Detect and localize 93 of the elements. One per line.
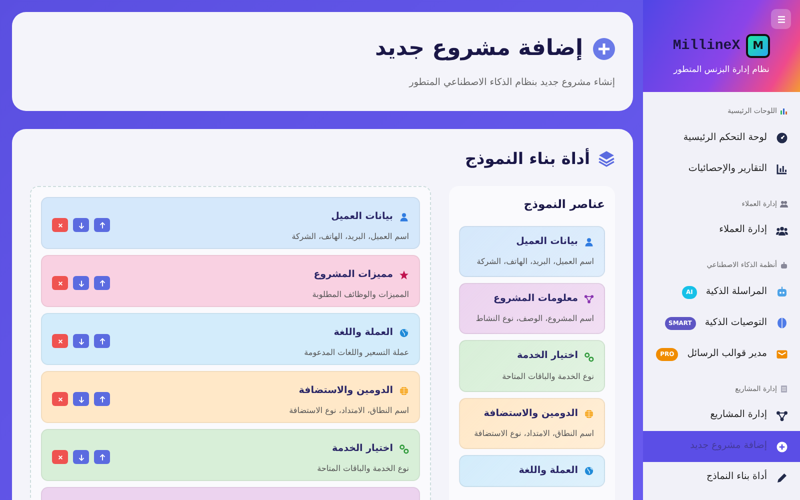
move-up-button[interactable]: [94, 218, 110, 232]
close-icon: [56, 394, 64, 404]
bar-chart-icon: [780, 107, 788, 116]
element-card[interactable]: معلومات المشروع اسم المشروع، الوصف، نوع النشاط: [459, 283, 605, 334]
element-title: بيانات العميل: [331, 210, 393, 224]
bar-chart-icon: [776, 163, 788, 175]
globe-icon: [584, 408, 594, 419]
up-arrow-icon: [98, 336, 106, 346]
menu-icon: [776, 14, 786, 24]
user-icon: [584, 237, 594, 248]
delete-button[interactable]: [52, 392, 68, 406]
move-up-button[interactable]: [94, 276, 110, 290]
globe-icon: [399, 386, 409, 396]
up-arrow-icon: [98, 394, 106, 404]
move-up-button[interactable]: [94, 334, 110, 348]
down-arrow-icon: [76, 278, 86, 288]
down-arrow-icon: [76, 452, 86, 462]
gears-icon: [399, 444, 409, 454]
move-down-button[interactable]: [73, 276, 89, 290]
element-description: المميزات والوظائف المطلوبة: [312, 289, 409, 302]
close-icon: [56, 220, 64, 230]
up-arrow-icon: [98, 220, 106, 230]
pencil-icon: [776, 472, 788, 484]
delete-button[interactable]: [52, 334, 68, 348]
gears-icon: [584, 352, 594, 362]
delete-button[interactable]: [52, 450, 68, 464]
move-up-button[interactable]: [94, 450, 110, 464]
page-title: إضافة مشروع جديد: [374, 36, 583, 62]
move-down-button[interactable]: [73, 218, 89, 232]
element-description: عملة التسعير واللغات المدعومة: [304, 347, 409, 360]
robot-icon: [776, 286, 788, 298]
down-arrow-icon: [76, 394, 86, 404]
sidebar-item[interactable]: أداة بناء النماذج: [643, 462, 800, 493]
page-subtitle: إنشاء مشروع جديد بنظام الذكاء الاصطناعي المتطور: [408, 76, 615, 90]
robot-icon: [780, 261, 788, 270]
globe-icon: [584, 466, 594, 476]
element-description: نوع الخدمة والباقات المتاحة: [501, 370, 594, 383]
element-title: اختيار الخدمة: [516, 349, 578, 364]
move-down-button[interactable]: [73, 450, 89, 464]
element-description: اسم المشروع، الوصف، نوع النشاط: [474, 313, 594, 326]
sidebar-item[interactable]: إدارة العملاء: [643, 215, 800, 246]
delete-button[interactable]: [52, 218, 68, 232]
element-title: الدومين والاستضافة: [298, 384, 393, 398]
user-icon: [399, 212, 409, 222]
envelope-icon: [776, 348, 788, 360]
sidebar-item[interactable]: التقارير والإحصائيات: [643, 154, 800, 184]
star-icon: [399, 270, 409, 280]
element-card[interactable]: بيانات العميل اسم العميل، البريد، الهاتف، الشركة: [459, 226, 605, 278]
logo-mark: M: [746, 34, 770, 58]
element-title: بيانات العميل: [516, 234, 578, 249]
down-arrow-icon: [76, 220, 86, 230]
tagline: نظام إدارة البزنس المتطور: [672, 64, 770, 77]
element-title: الدومين والاستضافة: [484, 406, 578, 421]
close-icon: [56, 278, 64, 288]
layers-icon: [598, 150, 615, 168]
element-title: مميزات المشروع: [314, 268, 393, 282]
up-arrow-icon: [98, 278, 106, 288]
menu-button[interactable]: [771, 9, 791, 29]
move-up-button[interactable]: [94, 392, 110, 406]
move-down-button[interactable]: [73, 334, 89, 348]
plus-icon: [593, 38, 615, 60]
down-arrow-icon: [76, 336, 86, 346]
brain-icon: [776, 317, 788, 329]
up-arrow-icon: [98, 452, 106, 462]
users-icon: [776, 224, 788, 236]
close-icon: [56, 452, 64, 462]
people-icon: [780, 200, 788, 208]
element-description: نوع الخدمة والباقات المتاحة: [317, 463, 409, 476]
element-description: اسم النطاق، الامتداد، نوع الاستضافة: [289, 405, 409, 418]
element-card[interactable]: العملة واللغة: [459, 454, 605, 488]
element-title: العملة واللغة: [518, 464, 578, 478]
clipboard-icon: [780, 384, 788, 393]
gauge-icon: [776, 132, 788, 144]
element-description: اسم العميل، البريد، الهاتف، الشركة: [476, 256, 594, 268]
sidebar-item[interactable]: إدارة المشاريع: [643, 400, 800, 431]
move-down-button[interactable]: [73, 392, 89, 406]
sidebar-item[interactable]: لوحة التحكم الرئيسية: [643, 122, 800, 154]
element-description: اسم النطاق، الامتداد، نوع الاستضافة: [473, 428, 594, 440]
logo-text: MillineX: [672, 36, 740, 56]
element-title: معلومات المشروع: [493, 292, 578, 306]
plus-icon: [776, 440, 788, 452]
panel-title: عناصر النموذج: [522, 198, 605, 212]
builder-title: أداة بناء النموذج: [464, 149, 590, 168]
network-icon: [776, 410, 788, 422]
delete-button[interactable]: [52, 276, 68, 290]
network-icon: [584, 294, 594, 304]
globe-icon: [399, 328, 409, 338]
element-title: العملة واللغة: [334, 326, 393, 340]
element-card[interactable]: الدومين والاستضافة اسم النطاق، الامتداد، نوع الاستضافة: [459, 398, 605, 449]
element-description: اسم العميل، البريد، الهاتف، الشركة: [292, 231, 409, 244]
element-title: اختيار الخدمة: [332, 442, 393, 456]
element-card[interactable]: اختيار الخدمة نوع الخدمة والباقات المتاحة: [459, 340, 605, 392]
close-icon: [56, 336, 64, 346]
